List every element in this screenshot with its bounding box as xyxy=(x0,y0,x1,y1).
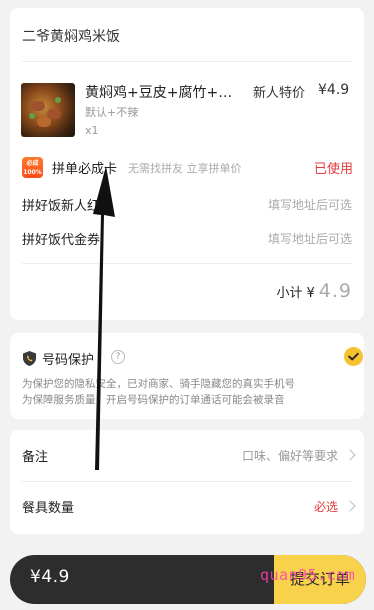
divider xyxy=(22,61,352,62)
remarks-card: 备注 口味、偏好等要求 餐具数量 必选 xyxy=(10,430,364,534)
subtotal-value: 4.9 xyxy=(318,280,352,302)
new-user-redpacket-label[interactable]: 拼好饭新人红包 xyxy=(22,195,113,214)
subtotal: 小计 ¥ 4.9 xyxy=(276,280,352,302)
special-price-label: 新人特价 xyxy=(253,86,306,101)
privacy-notice-line1: 为保护您的隐私安全，已对商家、骑手隐藏您的真实手机号 xyxy=(22,378,295,390)
subtotal-label: 小计 xyxy=(276,286,303,301)
subtotal-currency: ¥ xyxy=(306,286,315,301)
voucher-label[interactable]: 拼好饭代金券 xyxy=(22,229,100,248)
group-card-status[interactable]: 已使用 xyxy=(314,158,353,177)
divider xyxy=(22,481,352,482)
order-card: 二爷黄焖鸡米饭 黄焖鸡+豆皮+腐竹+… 默认+不辣 x1 新人特价 ¥4.9 必… xyxy=(10,8,364,320)
voucher-hint[interactable]: 填写地址后可选 xyxy=(268,230,352,247)
utensils-label: 餐具数量 xyxy=(22,501,75,516)
note-label: 备注 xyxy=(22,450,49,465)
privacy-notice-line2: 为保障服务质量，开启号码保护的订单通话可能会被录音 xyxy=(22,394,285,406)
utensils-value[interactable]: 必选 xyxy=(314,498,338,515)
chevron-right-icon xyxy=(344,500,356,512)
new-user-redpacket-hint[interactable]: 填写地址后可选 xyxy=(268,196,352,213)
note-placeholder[interactable]: 口味、偏好等要求 xyxy=(242,447,338,464)
privacy-card: 号码保护 ? 为保护您的隐私安全，已对商家、骑手隐藏您的真实手机号 为保障服务质… xyxy=(10,333,364,419)
group-card-title[interactable]: 拼单必成卡 xyxy=(52,158,117,177)
item-quantity: x1 xyxy=(85,124,99,137)
shield-icon xyxy=(23,351,36,366)
help-icon[interactable]: ? xyxy=(111,350,125,364)
order-total: ¥4.9 xyxy=(30,567,70,587)
group-card-desc: 无需找拼友 立享拼单价 xyxy=(128,162,242,175)
group-card-badge-icon: 必成 100% xyxy=(22,157,43,178)
store-name[interactable]: 二爷黄焖鸡米饭 xyxy=(22,26,120,46)
privacy-toggle[interactable] xyxy=(344,347,363,366)
privacy-title: 号码保护 xyxy=(42,353,95,368)
check-icon xyxy=(348,352,359,361)
item-price: ¥4.9 xyxy=(318,82,350,98)
watermark: quan95.com xyxy=(260,566,356,584)
chevron-right-icon xyxy=(344,449,356,461)
divider xyxy=(22,263,352,264)
food-image xyxy=(21,83,75,137)
item-name: 黄焖鸡+豆皮+腐竹+… xyxy=(85,85,233,101)
item-spec: 默认+不辣 xyxy=(85,106,139,119)
